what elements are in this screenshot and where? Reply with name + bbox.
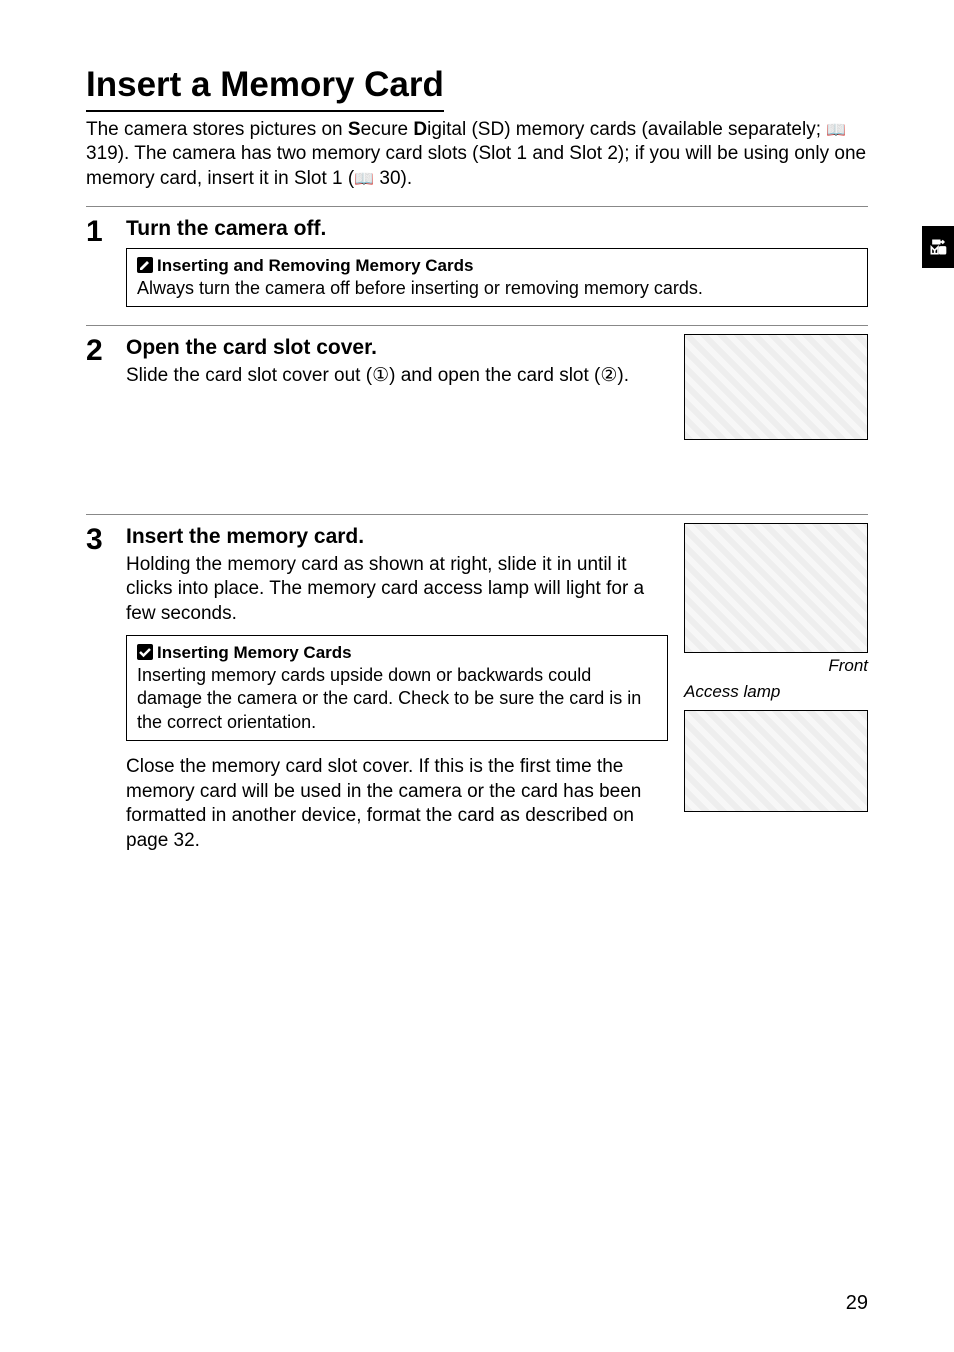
- pencil-icon: [137, 257, 153, 273]
- intro-bold-d: D: [413, 119, 427, 140]
- step-3: 3 Insert the memory card. Holding the me…: [86, 514, 868, 873]
- steps-list: 1 Turn the camera off. Inserting and Rem…: [86, 206, 868, 874]
- step-body-text: Close the memory card slot cover. If thi…: [126, 755, 668, 854]
- section-tab-icon: [922, 226, 954, 268]
- note-callout: Inserting and Removing Memory Cards Alwa…: [126, 248, 868, 307]
- step-title: Insert the memory card.: [126, 523, 668, 550]
- callout-title-text: Inserting and Removing Memory Cards: [157, 256, 473, 275]
- warning-callout: Inserting Memory Cards Inserting memory …: [126, 635, 668, 741]
- callout-body: Always turn the camera off before insert…: [137, 277, 857, 300]
- intro-text: ecure: [361, 119, 414, 140]
- step-1: 1 Turn the camera off. Inserting and Rem…: [86, 206, 868, 326]
- text: Slide the card slot cover out (: [126, 365, 372, 386]
- callout-title: Inserting Memory Cards: [137, 642, 657, 664]
- page-ref-icon: 📖: [826, 122, 846, 139]
- circled-2: ②: [600, 365, 617, 386]
- circled-1: ①: [372, 365, 389, 386]
- illustration-insert-card: [684, 523, 868, 653]
- callout-title-text: Inserting Memory Cards: [157, 643, 352, 662]
- illustration-open-cover: [684, 334, 868, 440]
- intro-bold-s: S: [348, 119, 361, 140]
- page-ref-icon: 📖: [354, 171, 374, 188]
- step-number: 1: [86, 215, 126, 312]
- caption-front: Front: [684, 655, 868, 677]
- step-body-text: Slide the card slot cover out (①) and op…: [126, 364, 668, 389]
- step-number: 3: [86, 523, 126, 853]
- intro-text: The camera stores pictures on: [86, 119, 348, 140]
- intro-text: igital (SD) memory cards (available sepa…: [427, 119, 826, 140]
- step-title: Open the card slot cover.: [126, 334, 668, 361]
- step-body-text: Holding the memory card as shown at righ…: [126, 553, 668, 627]
- intro-paragraph: The camera stores pictures on Secure Dig…: [86, 118, 868, 192]
- step-number: 2: [86, 334, 126, 366]
- caption-access-lamp: Access lamp: [684, 681, 868, 703]
- intro-text: 30).: [374, 168, 412, 189]
- check-icon: [137, 644, 153, 660]
- callout-title: Inserting and Removing Memory Cards: [137, 255, 857, 277]
- step-2: 2 Open the card slot cover. Slide the ca…: [86, 325, 868, 514]
- illustration-close-cover: [684, 710, 868, 812]
- text: ).: [617, 365, 629, 386]
- intro-text: 319). The camera has two memory card slo…: [86, 143, 866, 189]
- page-number: 29: [846, 1290, 868, 1316]
- text: ) and open the card slot (: [389, 365, 600, 386]
- step-title: Turn the camera off.: [126, 215, 868, 242]
- page-title: Insert a Memory Card: [86, 62, 444, 112]
- callout-body: Inserting memory cards upside down or ba…: [137, 664, 657, 734]
